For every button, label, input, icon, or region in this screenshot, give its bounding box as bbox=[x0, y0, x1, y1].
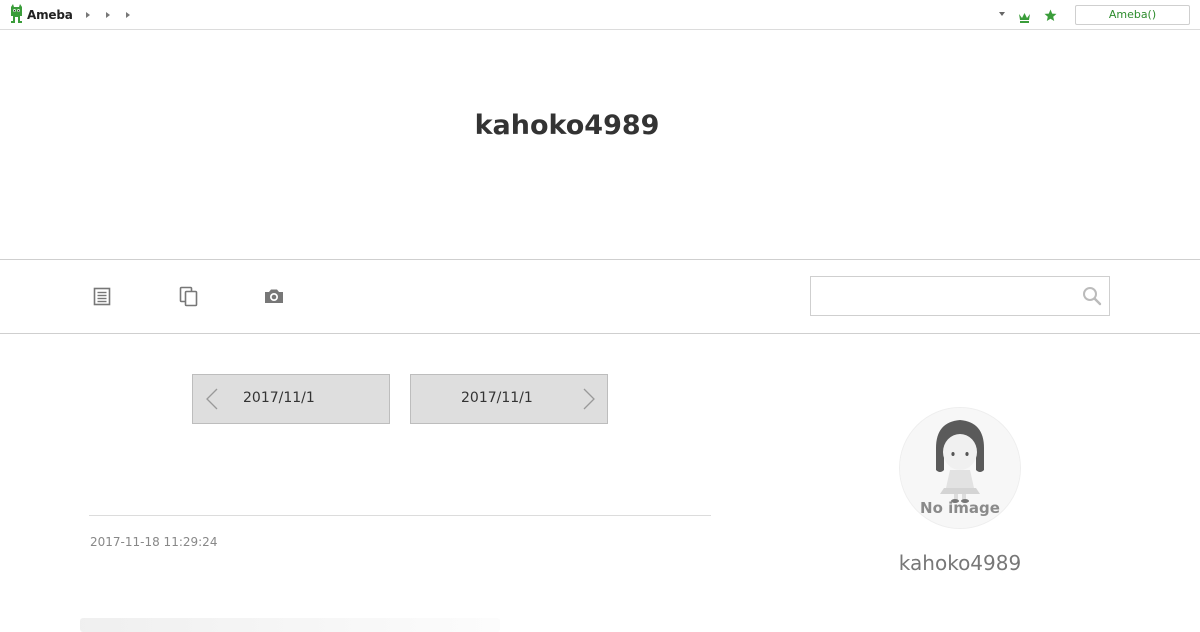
entry-divider bbox=[89, 515, 711, 516]
search-icon[interactable] bbox=[1082, 286, 1102, 306]
prev-entry-button[interactable]: 2017/11/1 bbox=[192, 374, 390, 424]
breadcrumb-arrow-3[interactable] bbox=[126, 12, 130, 18]
ameba-logo[interactable]: Ameba bbox=[9, 3, 73, 27]
avatar[interactable]: No image bbox=[900, 408, 1020, 528]
next-entry-label: 2017/11/1 bbox=[461, 390, 533, 406]
article-list-icon[interactable] bbox=[91, 285, 113, 307]
next-entry-button[interactable]: 2017/11/1 bbox=[410, 374, 608, 424]
avatar-caption: No image bbox=[920, 499, 1000, 517]
chevron-right-icon bbox=[582, 388, 596, 410]
chevron-down-icon[interactable] bbox=[999, 12, 1005, 16]
camera-icon[interactable] bbox=[263, 285, 285, 307]
ameba-logo-icon bbox=[9, 3, 24, 27]
star-icon[interactable] bbox=[1044, 7, 1057, 26]
search-box bbox=[810, 276, 1110, 316]
breadcrumb-arrow-1[interactable] bbox=[86, 12, 90, 18]
search-input[interactable] bbox=[811, 277, 1071, 315]
blog-title[interactable]: kahoko4989 bbox=[0, 110, 1134, 141]
prev-entry-label: 2017/11/1 bbox=[243, 390, 315, 406]
chevron-left-icon bbox=[205, 388, 219, 410]
ameba-account-button[interactable]: Ameba() bbox=[1075, 5, 1190, 25]
crown-icon[interactable] bbox=[1018, 8, 1031, 27]
entry-date: 2017-11-18 11:29:24 bbox=[90, 535, 218, 549]
blog-nav bbox=[0, 259, 1200, 334]
logo-text: Ameba bbox=[27, 8, 73, 22]
copy-pages-icon[interactable] bbox=[177, 285, 199, 307]
profile-name[interactable]: kahoko4989 bbox=[840, 551, 1080, 575]
breadcrumb-arrow-2[interactable] bbox=[106, 12, 110, 18]
global-header: Ameba Ameba() bbox=[0, 0, 1200, 30]
